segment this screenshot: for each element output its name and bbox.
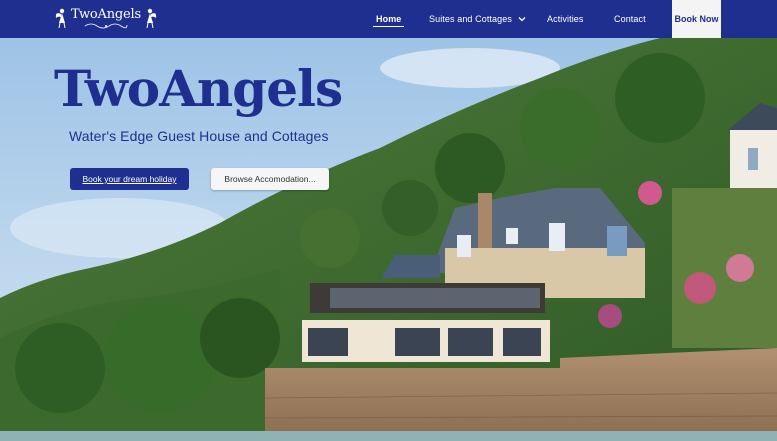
angel-icon bbox=[55, 8, 66, 29]
flourish-icon bbox=[84, 23, 128, 28]
book-dream-holiday-button[interactable]: Book your dream holiday bbox=[70, 168, 189, 190]
angel-icon bbox=[146, 8, 157, 29]
logo-wordmark: TwoAngels bbox=[71, 8, 141, 29]
nav-item-home[interactable]: Home bbox=[372, 0, 405, 38]
hero-section: TwoAngels Water's Edge Guest House and C… bbox=[0, 38, 777, 441]
browse-accommodation-button[interactable]: Browse Accomodation... bbox=[211, 168, 329, 190]
nav-item-label: Suites and Cottages bbox=[429, 14, 512, 24]
site-logo[interactable]: TwoAngels bbox=[54, 5, 158, 31]
nav-item-label: Activities bbox=[547, 14, 584, 24]
hero-subtitle: Water's Edge Guest House and Cottages bbox=[69, 128, 329, 144]
nav-item-contact[interactable]: Contact bbox=[614, 0, 646, 38]
nav-item-activities[interactable]: Activities bbox=[547, 0, 584, 38]
button-label: Book your dream holiday bbox=[82, 174, 177, 184]
top-nav-bar: TwoAngels Home Suites and Cottages Activ… bbox=[0, 0, 777, 38]
book-now-button[interactable]: Book Now bbox=[672, 0, 721, 38]
logo-text: TwoAngels bbox=[71, 6, 141, 22]
hero-title: TwoAngels bbox=[54, 59, 343, 118]
nav-item-label: Home bbox=[376, 14, 402, 24]
nav-item-suites-and-cottages[interactable]: Suites and Cottages bbox=[429, 0, 526, 38]
chevron-down-icon bbox=[518, 17, 526, 22]
nav-item-label: Contact bbox=[614, 14, 646, 24]
